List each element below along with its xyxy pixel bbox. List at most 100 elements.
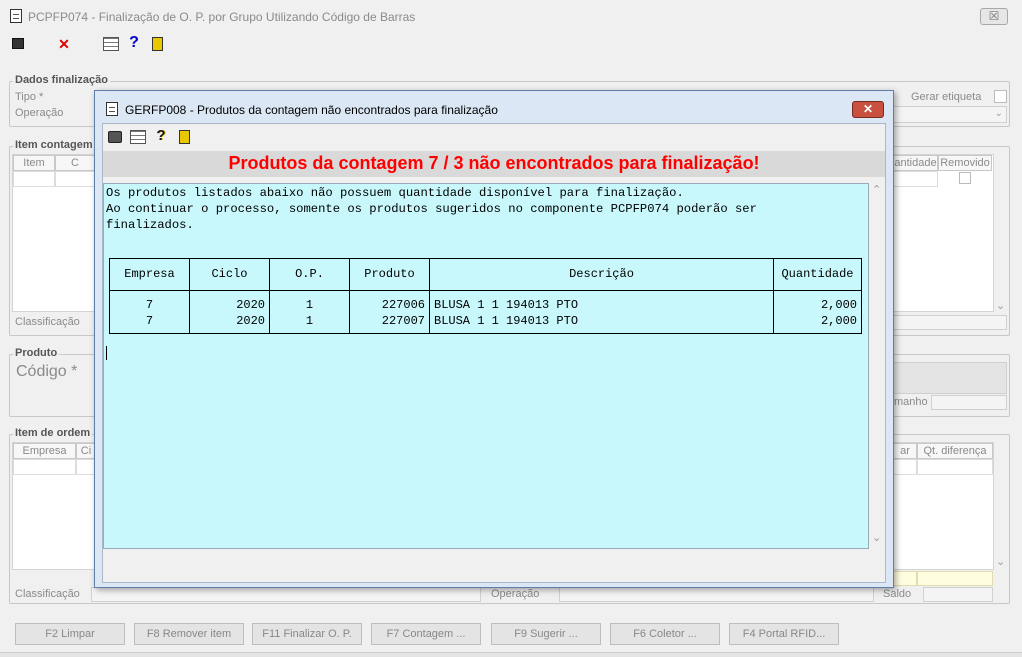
grid-icon[interactable] (103, 37, 119, 51)
main-window-title: PCPFP074 - Finalização de O. P. por Grup… (28, 10, 416, 24)
message-line: Ao continuar o processo, somente os prod… (106, 202, 757, 216)
gerar-etiqueta-label: Gerar etiqueta (911, 91, 982, 103)
remover-item-button[interactable]: F8 Remover item (134, 623, 244, 645)
grid-cell[interactable] (76, 459, 96, 475)
header-empresa: Empresa (109, 258, 190, 291)
dialog-heading: Produtos da contagem 7 / 3 não encontrad… (228, 153, 760, 173)
gerar-etiqueta-checkbox[interactable] (994, 90, 1007, 103)
column-header-ciclo[interactable]: Ci (76, 443, 96, 459)
header-descricao: Descrição (429, 258, 774, 291)
tamanho-field (931, 395, 1007, 410)
door-exit-icon[interactable] (152, 37, 163, 51)
cell-empresa: 7 (109, 313, 190, 334)
item-ordem-label: Item de ordem (13, 427, 93, 439)
table-row: 7 2020 1 227006 BLUSA 1 1 194013 PTO 2,0… (109, 290, 862, 313)
help-icon[interactable]: ? (153, 128, 169, 145)
header-op: O.P. (269, 258, 350, 291)
cell-descricao: BLUSA 1 1 194013 PTO (429, 313, 774, 334)
total-cell (893, 571, 917, 586)
finalizar-op-button[interactable]: F11 Finalizar O. P. (252, 623, 362, 645)
dialog-footer (103, 556, 885, 582)
saldo-label: Saldo (883, 588, 912, 600)
classificacao-field (892, 315, 1007, 330)
text-caret (106, 346, 107, 360)
grid-cell[interactable] (13, 171, 55, 187)
message-line: finalizados. (106, 218, 194, 232)
operacao-field[interactable]: ⌄ (892, 106, 1007, 123)
status-bar (0, 652, 1022, 657)
saldo-field (923, 587, 993, 602)
cell-quantidade: 2,000 (773, 290, 862, 313)
document-icon (10, 9, 22, 23)
portal-rfid-button[interactable]: F4 Portal RFID... (729, 623, 839, 645)
limpar-button[interactable]: F2 Limpar (15, 623, 125, 645)
grid-cell[interactable] (13, 459, 76, 475)
column-header-quantidade[interactable]: antidade (893, 155, 938, 171)
scroll-down-icon[interactable]: ⌄ (996, 555, 1005, 568)
tamanho-label: manho (894, 396, 928, 408)
printer-icon[interactable] (108, 131, 122, 143)
removido-checkbox[interactable] (959, 172, 971, 184)
window-icon[interactable] (12, 38, 24, 49)
column-header-finalizar[interactable]: ar (893, 443, 917, 459)
products-table: Empresa Ciclo O.P. Produto Descrição Qua… (109, 258, 862, 334)
gerfp008-dialog: GERFP008 - Produtos da contagem não enco… (94, 90, 894, 588)
cell-quantidade: 2,000 (773, 313, 862, 334)
header-quantidade: Quantidade (773, 258, 862, 291)
classificacao-label: Classificação (15, 588, 80, 600)
tipo-label: Tipo * (15, 91, 44, 103)
dialog-client-area: ? Produtos da contagem 7 / 3 não encontr… (102, 123, 886, 583)
scroll-down-icon[interactable]: ⌄ (872, 531, 881, 544)
operacao-label: Operação (15, 107, 64, 119)
produto-field (892, 362, 1007, 394)
cell-ciclo: 2020 (189, 290, 270, 313)
memo-scrollbar[interactable]: ⌃ ⌄ (869, 183, 885, 549)
header-ciclo: Ciclo (189, 258, 270, 291)
dialog-header-bar: Produtos da contagem 7 / 3 não encontrad… (103, 151, 885, 177)
column-header-removido[interactable]: Removido (938, 155, 992, 171)
table-header-row: Empresa Ciclo O.P. Produto Descrição Qua… (109, 258, 862, 291)
cell-op: 1 (269, 290, 350, 313)
grid-cell[interactable] (917, 459, 993, 475)
item-contagem-label: Item contagem (13, 139, 95, 151)
grid-icon[interactable] (130, 130, 146, 144)
total-cell (917, 571, 993, 586)
grid-cell[interactable] (893, 459, 917, 475)
classificacao-field (91, 587, 481, 602)
coletor-button[interactable]: F6 Coletor ... (610, 623, 720, 645)
cell-ciclo: 2020 (189, 313, 270, 334)
dialog-close-button[interactable]: ✕ (852, 101, 884, 118)
cell-empresa: 7 (109, 290, 190, 313)
message-line: Os produtos listados abaixo não possuem … (106, 186, 684, 200)
grid-cell[interactable] (55, 171, 95, 187)
column-header-qt-diferenca[interactable]: Qt. diferença (917, 443, 993, 459)
classificacao-label: Classificação (15, 316, 80, 328)
operacao-label: Operação (491, 588, 540, 600)
dados-finalizacao-label: Dados finalização (13, 74, 110, 86)
column-header-empresa[interactable]: Empresa (13, 443, 76, 459)
sugerir-button[interactable]: F9 Sugerir ... (491, 623, 601, 645)
document-icon (106, 102, 118, 116)
door-exit-icon[interactable] (179, 130, 190, 144)
help-icon[interactable]: ? (126, 35, 142, 52)
header-produto: Produto (349, 258, 430, 291)
operacao-field (559, 587, 874, 602)
chevron-down-icon: ⌄ (994, 108, 1003, 119)
grid-cell[interactable] (893, 171, 938, 187)
cell-descricao: BLUSA 1 1 194013 PTO (429, 290, 774, 313)
message-memo[interactable]: Os produtos listados abaixo não possuem … (103, 183, 869, 549)
table-row: 7 2020 1 227007 BLUSA 1 1 194013 PTO 2,0… (109, 313, 862, 334)
contagem-button[interactable]: F7 Contagem ... (371, 623, 481, 645)
scroll-down-icon[interactable]: ⌄ (996, 299, 1005, 312)
cancel-icon[interactable]: ✕ (56, 37, 72, 53)
cell-op: 1 (269, 313, 350, 334)
column-header-item[interactable]: Item (13, 155, 55, 171)
main-title-bar: PCPFP074 - Finalização de O. P. por Grup… (0, 0, 1022, 34)
cell-produto: 227006 (349, 290, 430, 313)
column-header-c[interactable]: C (55, 155, 95, 171)
main-close-button[interactable]: ☒ (980, 8, 1008, 25)
produto-label: Produto (13, 347, 60, 359)
dialog-title: GERFP008 - Produtos da contagem não enco… (125, 103, 498, 117)
scroll-up-icon[interactable]: ⌃ (872, 183, 881, 196)
codigo-label: Código * (16, 363, 78, 380)
